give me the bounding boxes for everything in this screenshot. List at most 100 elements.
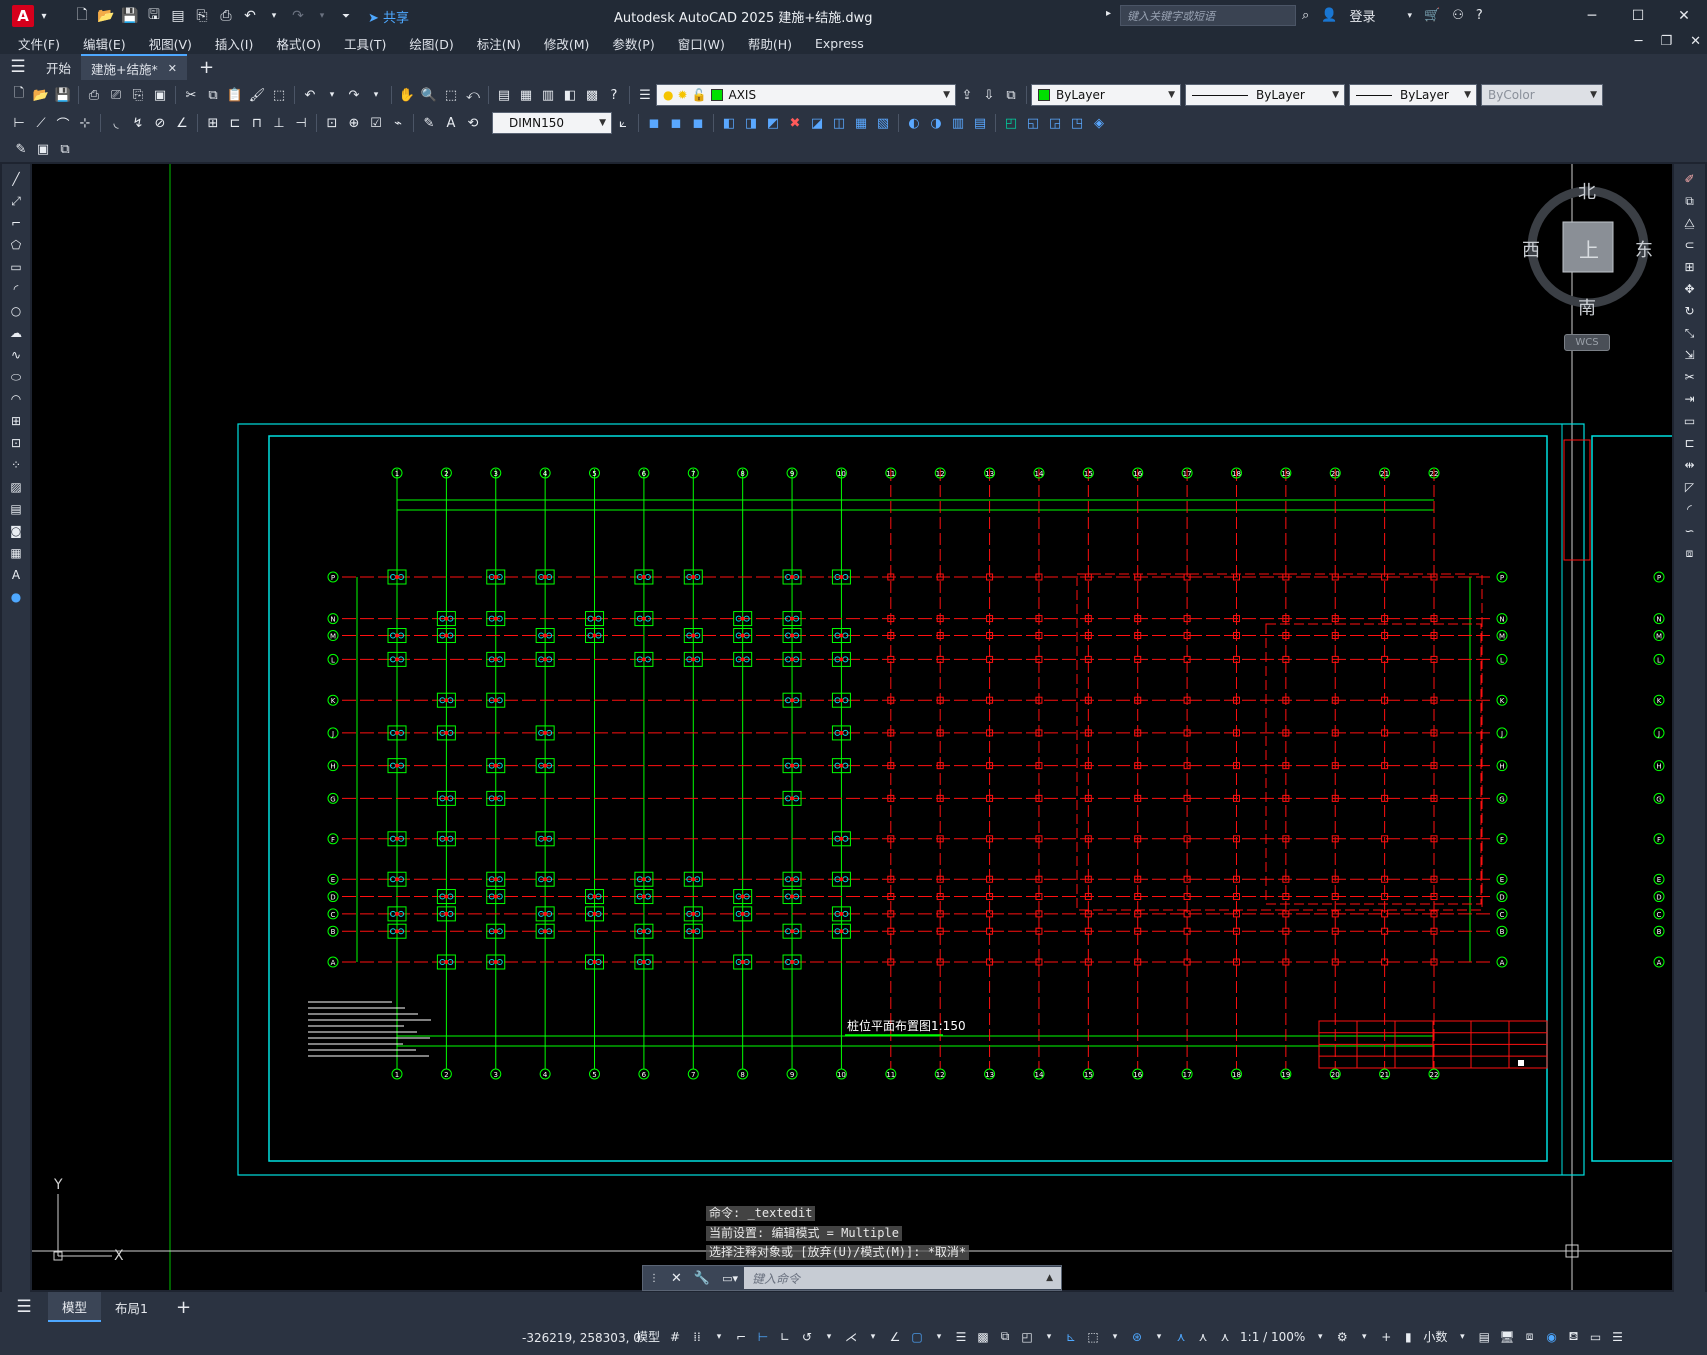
menu-format[interactable]: 格式(O): [276, 34, 321, 53]
annotation-scale-label[interactable]: 1:1 / 100%: [1240, 1330, 1305, 1344]
point-icon[interactable]: ⁘: [6, 456, 26, 474]
menu-file[interactable]: 文件(F): [18, 34, 60, 53]
arc-icon[interactable]: ◜: [6, 280, 26, 298]
copy-icon[interactable]: ⧉: [202, 85, 224, 105]
add-selected-icon[interactable]: ●: [6, 588, 26, 606]
tool-palettes-icon[interactable]: ▥: [537, 85, 559, 105]
transparency-icon[interactable]: ▩: [976, 1330, 990, 1344]
drawing-svg[interactable]: 1122334455667788991010111112121313141415…: [32, 164, 1672, 1290]
graphics-performance-icon[interactable]: ⛾: [1567, 1329, 1581, 1345]
login-dropdown-icon[interactable]: ▾: [1407, 11, 1412, 21]
color-dropdown[interactable]: ByLayer ▼: [1031, 84, 1181, 106]
dim-radius-icon[interactable]: ◟: [105, 113, 127, 133]
dynamic-ucs-icon[interactable]: ⊾: [1064, 1330, 1078, 1344]
menu-view[interactable]: 视图(V): [149, 34, 192, 53]
object-snap-icon[interactable]: ▢: [910, 1330, 924, 1344]
block-editor-icon[interactable]: ⬚: [268, 85, 290, 105]
viewcube-east[interactable]: 东: [1635, 236, 1653, 262]
menu-express[interactable]: Express: [815, 36, 864, 51]
drawing-canvas[interactable]: 1 1 2 2 3 3 4 4 5 5 6 6 7 7 8 8 9 9 10 10 11 11 12 12 13 13 14 14 15…: [32, 164, 1672, 1290]
viewcube-north[interactable]: 北: [1578, 178, 1596, 204]
plot-icon[interactable]: ⎙: [216, 6, 236, 26]
units-label[interactable]: 小数: [1423, 1328, 1447, 1345]
workspace-dropdown-icon[interactable]: ▾: [1357, 1332, 1371, 1342]
wcs-menu[interactable]: WCS: [1564, 334, 1610, 351]
undo-dropdown-icon[interactable]: ▾: [264, 6, 284, 26]
dim-jogged-icon[interactable]: ↯: [127, 113, 149, 133]
slice-icon[interactable]: ◪: [806, 113, 828, 133]
undo-icon[interactable]: ↶: [240, 6, 260, 26]
dynamic-input-icon[interactable]: ⊢: [756, 1330, 770, 1344]
modeling-wedge-icon[interactable]: ◼: [665, 113, 687, 133]
print-icon[interactable]: ⎙: [83, 85, 105, 105]
linetype-dropdown[interactable]: ByLayer ▼: [1185, 84, 1345, 106]
cut-icon[interactable]: ✂: [180, 85, 202, 105]
layer-dropdown[interactable]: ● ✹ 🔓 AXIS ▼: [656, 84, 956, 106]
menu-parametric[interactable]: 参数(P): [612, 34, 654, 53]
edit-attribute-icon[interactable]: ✎: [10, 139, 32, 159]
chamfer-icon[interactable]: ◸: [1680, 478, 1700, 496]
tab-close-icon[interactable]: ✕: [168, 62, 177, 75]
new-icon[interactable]: 🗋: [72, 6, 92, 26]
gizmo-dropdown-icon[interactable]: ▾: [1152, 1332, 1166, 1342]
loft-icon[interactable]: ◑: [925, 113, 947, 133]
plot-preview-icon[interactable]: ⎚: [105, 85, 127, 105]
break-icon[interactable]: ⊏: [1680, 434, 1700, 452]
save-as-icon[interactable]: 🖫: [144, 6, 164, 26]
filter-dropdown-icon[interactable]: ▾: [1108, 1332, 1122, 1342]
ellipse-arc-icon[interactable]: ◠: [6, 390, 26, 408]
layer-properties-icon[interactable]: ☰: [634, 85, 656, 105]
rectangle-icon[interactable]: ▭: [6, 258, 26, 276]
qnew-icon[interactable]: 🗋: [8, 85, 30, 105]
dim-baseline-icon[interactable]: ⊏: [224, 113, 246, 133]
scale-icon[interactable]: ⤡: [1680, 324, 1700, 342]
3d-scale-icon[interactable]: ◈: [1088, 113, 1110, 133]
tab-document[interactable]: 建施+结施* ✕: [81, 54, 187, 80]
minimize-icon[interactable]: ─: [1569, 0, 1615, 32]
close-icon[interactable]: ✕: [1661, 0, 1707, 32]
polyline-icon[interactable]: ⌐: [6, 214, 26, 232]
publish-icon[interactable]: ⎘: [192, 6, 212, 26]
dim-break-icon[interactable]: ⊣: [290, 113, 312, 133]
menu-modify[interactable]: 修改(M): [544, 34, 590, 53]
stretch-icon[interactable]: ⇲: [1680, 346, 1700, 364]
erase-icon[interactable]: ✐: [1680, 170, 1700, 188]
search-icon[interactable]: ⌕: [1302, 8, 1309, 23]
extrude-icon[interactable]: ▦: [850, 113, 872, 133]
menu-help[interactable]: 帮助(H): [748, 34, 792, 53]
workspace-gear-icon[interactable]: ⚙: [1335, 1330, 1349, 1344]
grid-icon[interactable]: #: [668, 1330, 682, 1344]
redo-icon[interactable]: ↷: [288, 6, 308, 26]
explode-icon[interactable]: ⧈: [1680, 544, 1700, 562]
open-file-icon[interactable]: 📂: [30, 85, 52, 105]
subtract-icon[interactable]: ◨: [740, 113, 762, 133]
move-icon[interactable]: ✥: [1680, 280, 1700, 298]
save-file-icon[interactable]: 💾: [52, 85, 74, 105]
people-icon[interactable]: ⚇: [1452, 8, 1464, 23]
match-properties-icon[interactable]: 🖌: [246, 85, 268, 105]
break-at-point-icon[interactable]: ▭: [1680, 412, 1700, 430]
blend-curves-icon[interactable]: ∽: [1680, 522, 1700, 540]
3d-osnap-dropdown-icon[interactable]: ▾: [1042, 1332, 1056, 1342]
tab-start[interactable]: 开始: [36, 54, 81, 80]
lineweight-toggle-icon[interactable]: ☰: [954, 1330, 968, 1344]
trim-icon[interactable]: ✂: [1680, 368, 1700, 386]
command-history-toggle-icon[interactable]: ▲: [1046, 1273, 1053, 1283]
menu-edit[interactable]: 编辑(E): [83, 34, 126, 53]
3d-move-icon[interactable]: ▤: [969, 113, 991, 133]
zoom-realtime-icon[interactable]: 🔍: [418, 85, 440, 105]
search-expand-icon[interactable]: ▸: [1106, 8, 1111, 19]
command-recent-icon[interactable]: ▭▾: [722, 1272, 738, 1285]
revision-cloud-icon[interactable]: ☁: [6, 324, 26, 342]
design-center-icon[interactable]: ▦: [515, 85, 537, 105]
pdf-icon[interactable]: ▣: [149, 85, 171, 105]
interfere-icon[interactable]: ✖: [784, 113, 806, 133]
mtext-icon[interactable]: A: [6, 566, 26, 584]
object-snap-tracking-icon[interactable]: ∠: [888, 1330, 902, 1344]
infer-constraints-icon[interactable]: ⌐: [734, 1330, 748, 1344]
menu-window[interactable]: 窗口(W): [678, 34, 725, 53]
section-icon[interactable]: ◫: [828, 113, 850, 133]
pan-icon[interactable]: ✋: [396, 85, 418, 105]
autocad-logo-icon[interactable]: A: [12, 5, 34, 27]
dim-angular-icon[interactable]: ∠: [171, 113, 193, 133]
